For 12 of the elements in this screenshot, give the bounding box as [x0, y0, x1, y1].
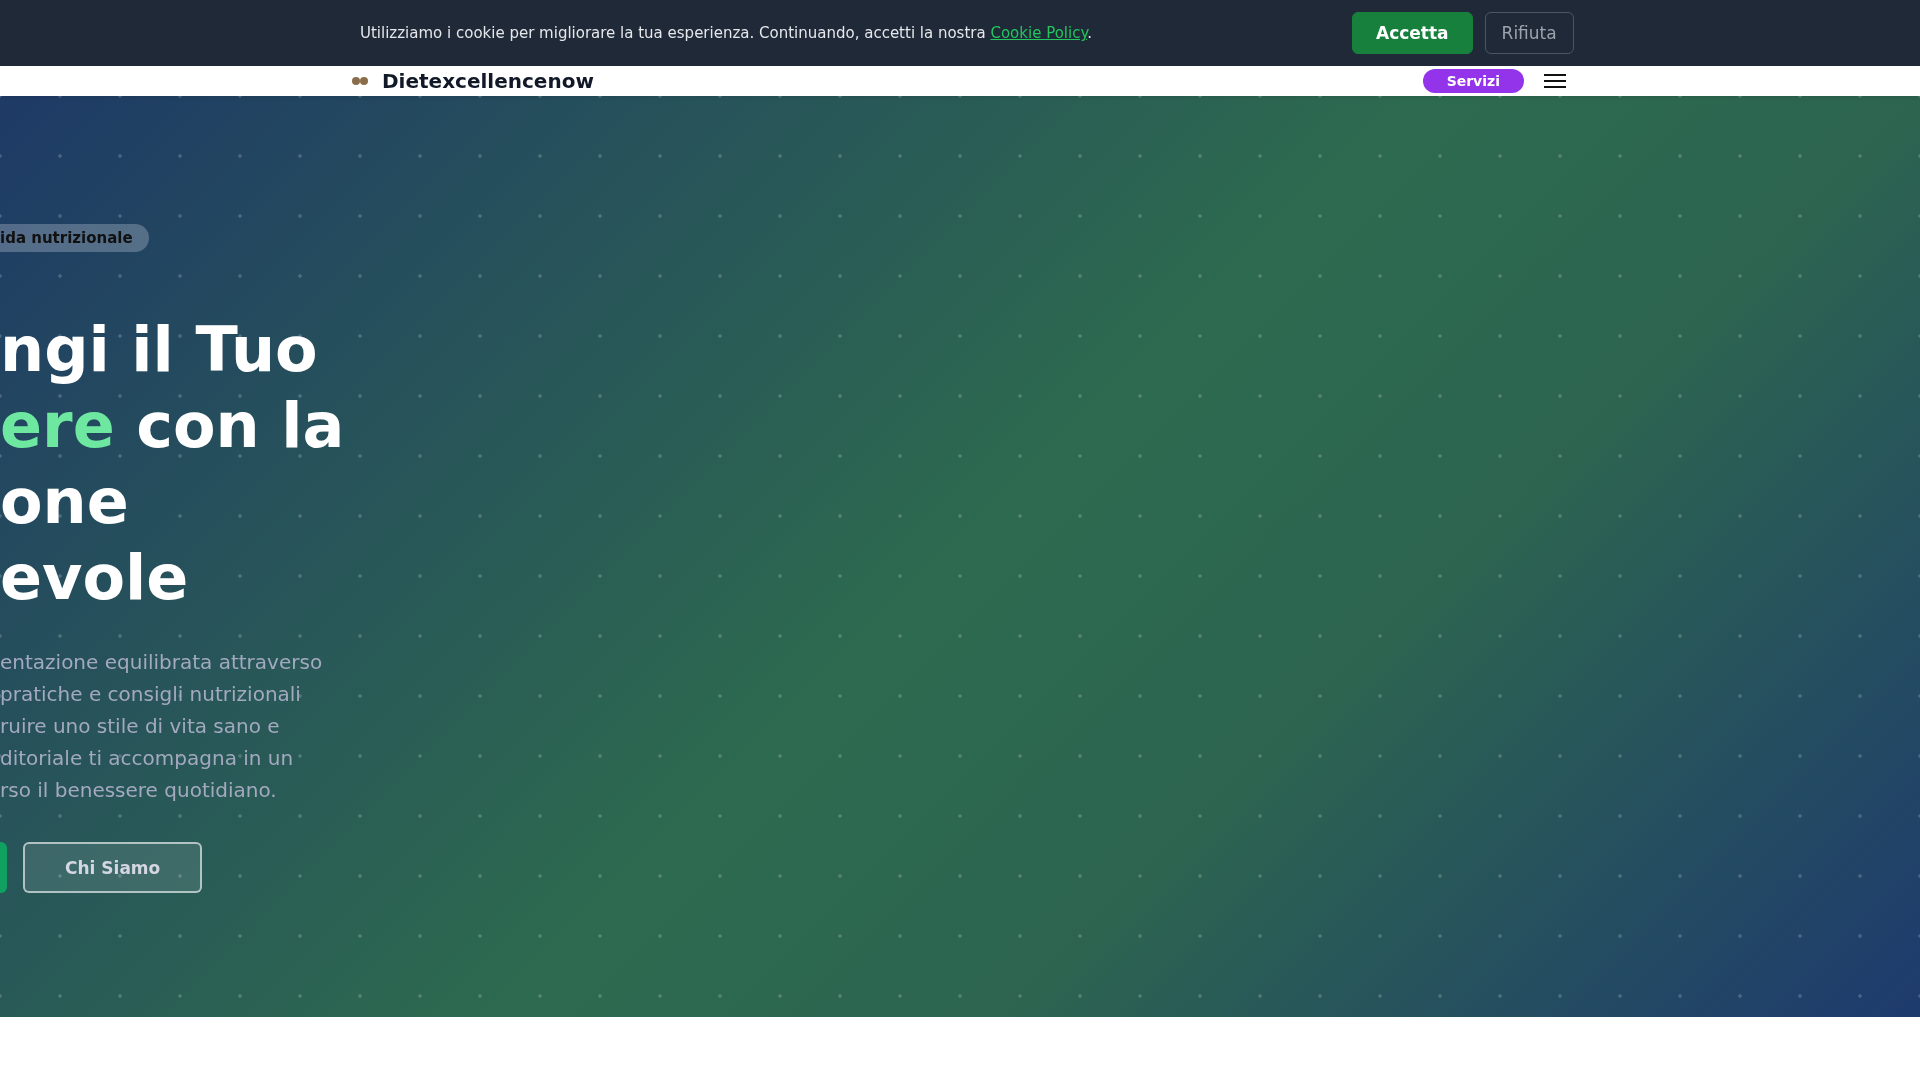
accept-button[interactable]: Accetta: [1352, 12, 1473, 54]
menu-icon[interactable]: [1544, 73, 1566, 89]
hero-badge: ida nutrizionale: [0, 224, 149, 252]
site-logo[interactable]: Dietexcellencenow: [382, 69, 1423, 93]
hero-title: ngi il Tuo ere con la one evole: [0, 312, 345, 616]
about-button[interactable]: Chi Siamo: [23, 842, 203, 893]
cookie-policy-link[interactable]: Cookie Policy: [990, 24, 1088, 42]
hero-description: entazione equilibrata attraverso pratiche e consigli nutrizionali ruire uno stile di vita sano e ditoriale ti accompagna in un rso il benessere quotidiano.: [0, 649, 323, 804]
reject-button[interactable]: Rifiuta: [1484, 12, 1574, 54]
primary-button[interactable]: [0, 842, 7, 893]
services-button[interactable]: Servizi: [1422, 69, 1524, 93]
cookie-message: Utilizziamo i cookie per migliorare la tua esperienza. Continuando, accetti la nostra Cookie Policy.: [360, 24, 1093, 42]
